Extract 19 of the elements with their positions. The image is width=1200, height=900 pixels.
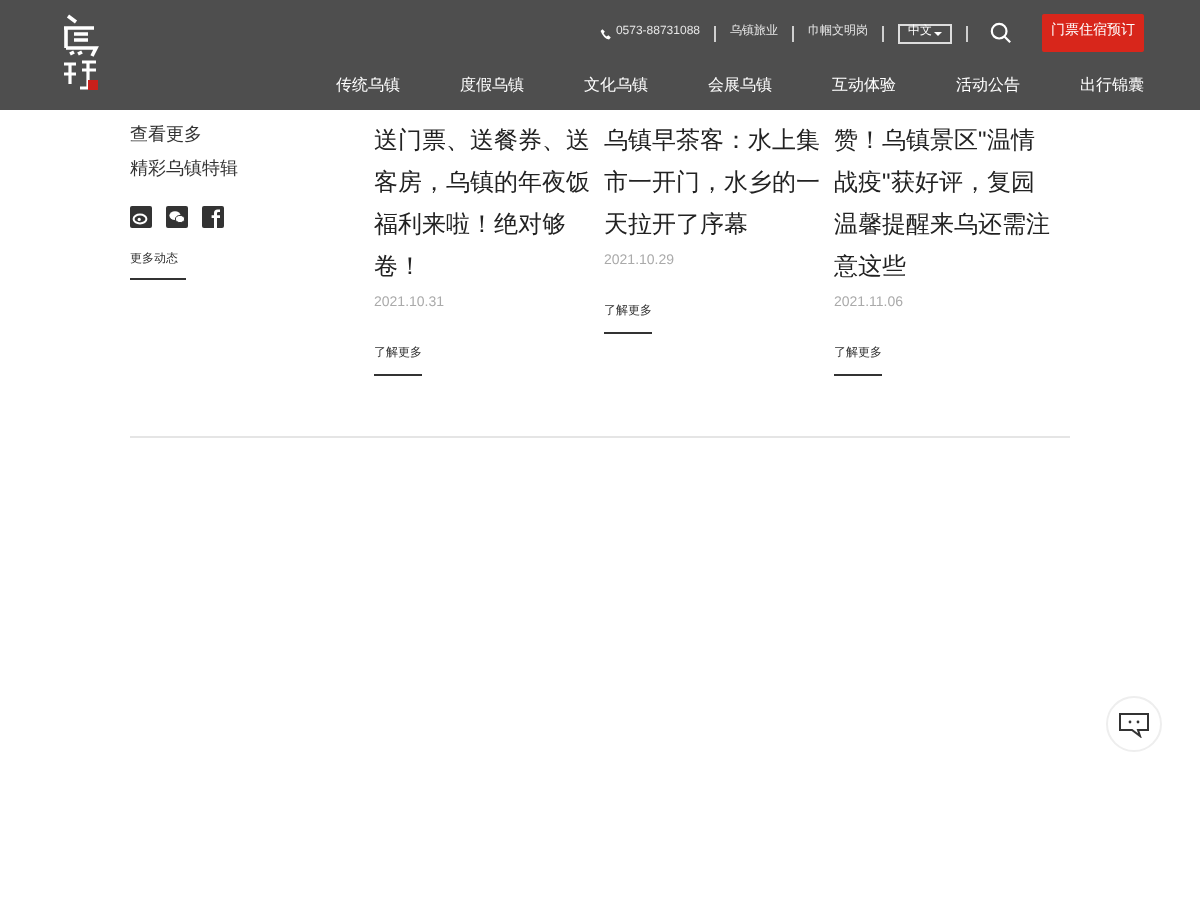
- nav-item[interactable]: 度假乌镇: [400, 74, 524, 98]
- article-title[interactable]: 送门票、送餐券、送客房，乌镇的年夜饭福利来啦！绝对够卷！: [374, 120, 590, 288]
- chat-icon: [1118, 711, 1150, 737]
- nav-item[interactable]: 互动体验: [772, 74, 896, 98]
- article-title[interactable]: 乌镇早茶客：水上集市一开门，水乡的一天拉开了序幕: [604, 120, 820, 246]
- article-title[interactable]: 赞！乌镇景区"温情战疫"获好评，复园温馨提醒来乌还需注意这些: [834, 120, 1050, 288]
- search-icon[interactable]: [990, 22, 1012, 44]
- nav-item[interactable]: 文化乌镇: [524, 74, 648, 98]
- phone-icon: [599, 27, 612, 39]
- nav-item[interactable]: 传统乌镇: [276, 74, 400, 98]
- nav-item[interactable]: 会展乌镇: [648, 74, 772, 98]
- facebook-icon[interactable]: [202, 206, 224, 228]
- nav-item[interactable]: 出行锦囊: [1020, 74, 1144, 98]
- caret-icon: [934, 31, 942, 35]
- sidebar-heading: 查看更多: [130, 122, 202, 148]
- sidebar-subheading: 精彩乌镇特辑: [130, 156, 238, 182]
- nav-item[interactable]: 活动公告: [896, 74, 1020, 98]
- chat-button[interactable]: [1106, 696, 1162, 752]
- logo-drawing[interactable]: [58, 12, 102, 96]
